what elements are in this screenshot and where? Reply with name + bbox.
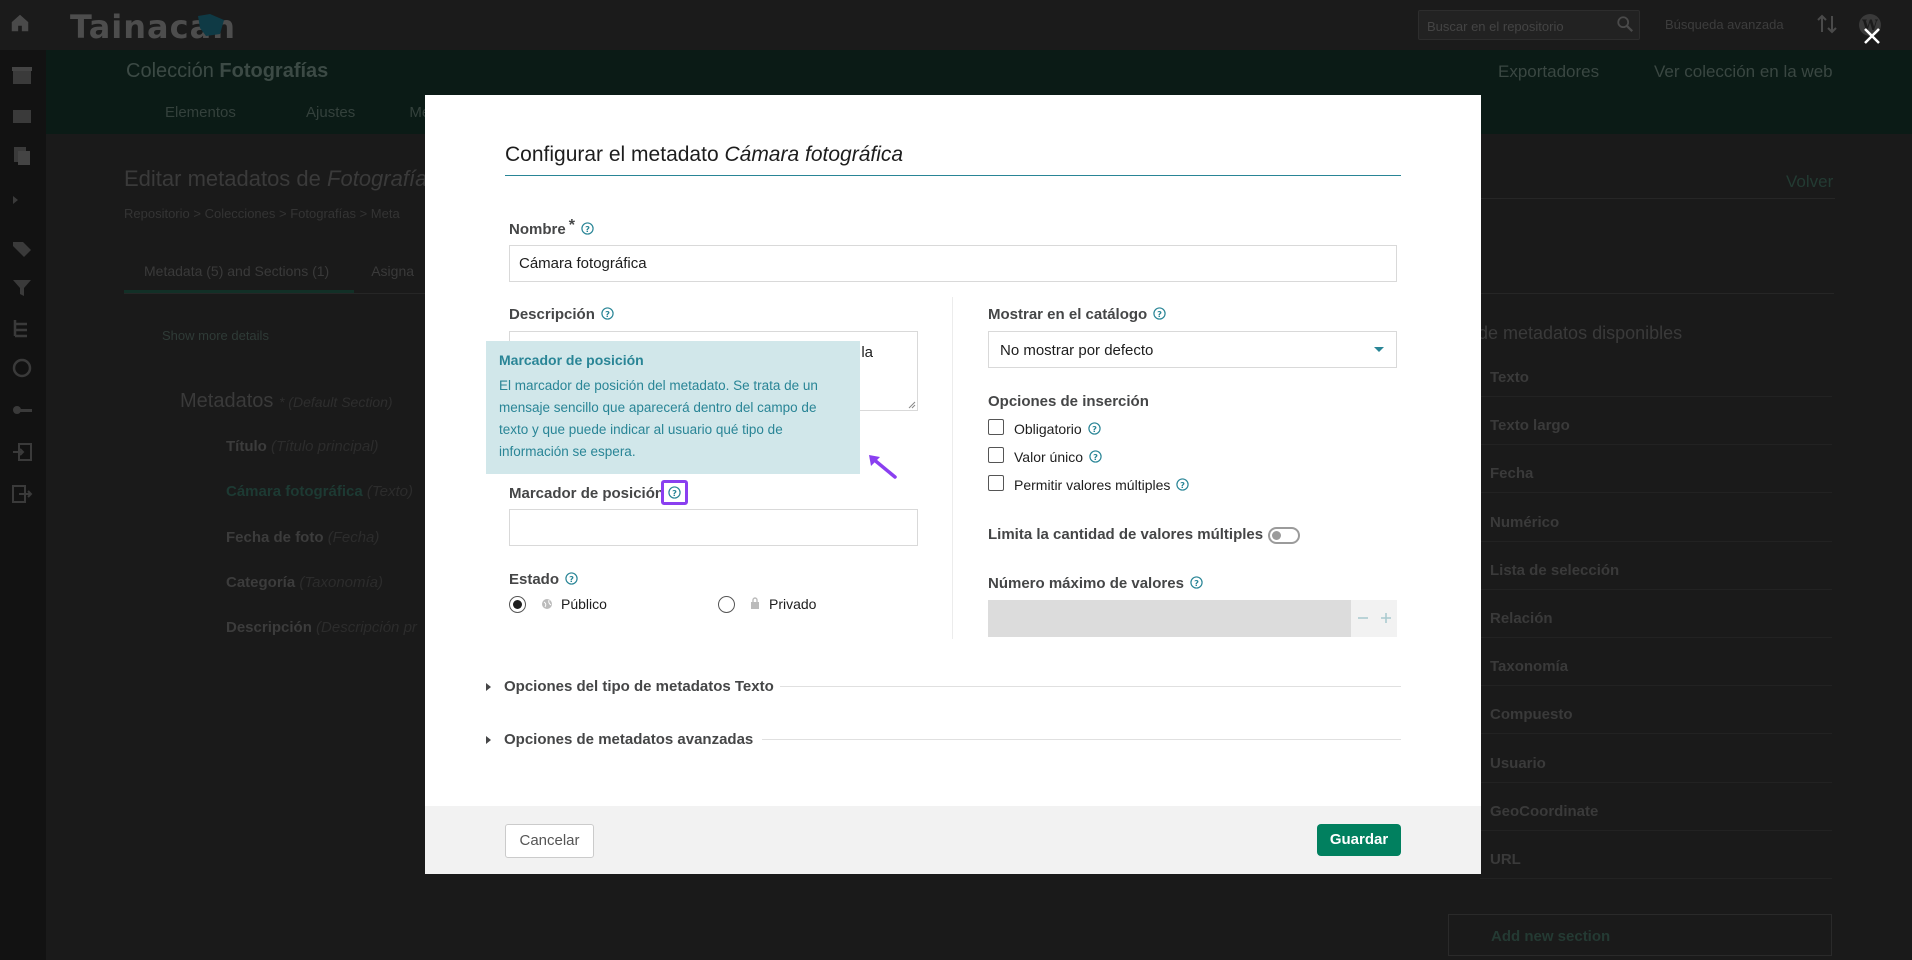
plus-icon — [1380, 613, 1391, 624]
globe-icon — [542, 599, 552, 609]
placeholder-input[interactable] — [509, 509, 918, 546]
increment-button[interactable] — [1374, 600, 1397, 637]
svg-text:?: ? — [1194, 577, 1199, 587]
status-public-radio[interactable] — [509, 596, 526, 613]
svg-text:?: ? — [1157, 308, 1162, 318]
svg-text:?: ? — [1092, 424, 1097, 434]
divider — [762, 739, 1401, 740]
tooltip-title: Marcador de posición — [499, 352, 644, 368]
type-options-collapse[interactable]: Opciones del tipo de metadatos Texto — [486, 678, 774, 695]
help-icon[interactable]: ? — [565, 571, 578, 585]
advanced-options-collapse[interactable]: Opciones de metadatos avanzadas — [486, 731, 753, 748]
minus-icon — [1357, 617, 1368, 619]
decrement-button[interactable] — [1351, 600, 1374, 637]
help-icon[interactable]: ? — [1153, 306, 1166, 320]
help-icon[interactable]: ? — [1088, 422, 1101, 435]
multiple-option-label[interactable]: Permitir valores múltiples — [1014, 477, 1170, 493]
svg-text:?: ? — [585, 223, 590, 233]
description-label: Descripción? — [509, 306, 614, 323]
save-button[interactable]: Guardar — [1317, 824, 1401, 856]
caret-right-icon — [486, 682, 491, 691]
svg-text:?: ? — [1180, 480, 1185, 490]
limit-values-toggle[interactable] — [1268, 527, 1300, 544]
cancel-button[interactable]: Cancelar — [505, 824, 594, 858]
lock-icon — [751, 597, 759, 609]
catalog-selected-value: No mostrar por defecto — [1000, 342, 1154, 359]
svg-text:?: ? — [1093, 452, 1098, 462]
help-tooltip: Marcador de posición El marcador de posi… — [486, 341, 860, 474]
required-asterisk: * — [568, 217, 575, 234]
status-private-radio[interactable] — [718, 596, 735, 613]
svg-text:?: ? — [672, 488, 677, 498]
svg-text:?: ? — [605, 308, 610, 318]
catalog-label: Mostrar en el catálogo? — [988, 306, 1166, 323]
column-divider — [952, 297, 953, 639]
help-icon[interactable]: ? — [601, 306, 614, 320]
modal-footer-wrap: Cancelar Guardar — [425, 806, 1481, 874]
unique-option-label[interactable]: Valor único — [1014, 449, 1083, 465]
close-icon[interactable] — [1860, 24, 1884, 48]
max-values-label: Número máximo de valores? — [988, 575, 1203, 592]
help-icon[interactable]: ? — [1190, 575, 1203, 589]
type-options-label: Opciones del tipo de metadatos Texto — [504, 678, 774, 695]
resize-handle-icon[interactable] — [908, 401, 916, 409]
multiple-checkbox[interactable] — [988, 475, 1004, 492]
catalog-select[interactable]: No mostrar por defecto — [988, 331, 1397, 368]
help-icon[interactable]: ? — [1089, 450, 1102, 463]
status-private-label[interactable]: Privado — [769, 596, 816, 612]
limit-values-label: Limita la cantidad de valores múltiples — [988, 526, 1264, 543]
placeholder-help-icon[interactable]: ? — [661, 480, 688, 505]
divider — [780, 686, 1401, 687]
placeholder-label: Marcador de posición — [509, 485, 665, 502]
unique-checkbox[interactable] — [988, 447, 1004, 464]
radio-selected-dot — [513, 600, 522, 609]
status-public-label[interactable]: Público — [561, 596, 607, 612]
title-underline — [505, 175, 1401, 176]
caret-right-icon — [486, 735, 491, 744]
name-input[interactable]: Cámara fotográfica — [509, 245, 1397, 282]
help-icon[interactable]: ? — [1176, 478, 1190, 491]
name-label: Nombre *? — [509, 217, 594, 239]
advanced-options-label: Opciones de metadatos avanzadas — [504, 731, 754, 748]
tooltip-body: El marcador de posición del metadato. Se… — [499, 378, 818, 459]
unique-option: Valor único? — [988, 447, 1102, 466]
status-label: Estado? — [509, 571, 578, 588]
required-checkbox[interactable] — [988, 419, 1004, 436]
modal-title: Configurar el metadato Cámara fotográfic… — [505, 143, 904, 166]
max-values-input[interactable] — [988, 600, 1351, 637]
required-option: Obligatorio? — [988, 419, 1101, 438]
required-option-label[interactable]: Obligatorio — [1014, 421, 1082, 437]
help-icon[interactable]: ? — [581, 221, 594, 235]
multiple-option: Permitir valores múltiples? — [988, 475, 1190, 494]
chevron-down-icon — [1374, 347, 1384, 352]
pointer-arrow-icon — [869, 455, 897, 479]
modal-footer: Cancelar Guardar — [425, 806, 1481, 874]
description-text: la — [861, 344, 873, 361]
insertion-options-label: Opciones de inserción — [988, 393, 1149, 410]
toggle-knob — [1272, 531, 1281, 540]
svg-text:?: ? — [569, 573, 574, 583]
